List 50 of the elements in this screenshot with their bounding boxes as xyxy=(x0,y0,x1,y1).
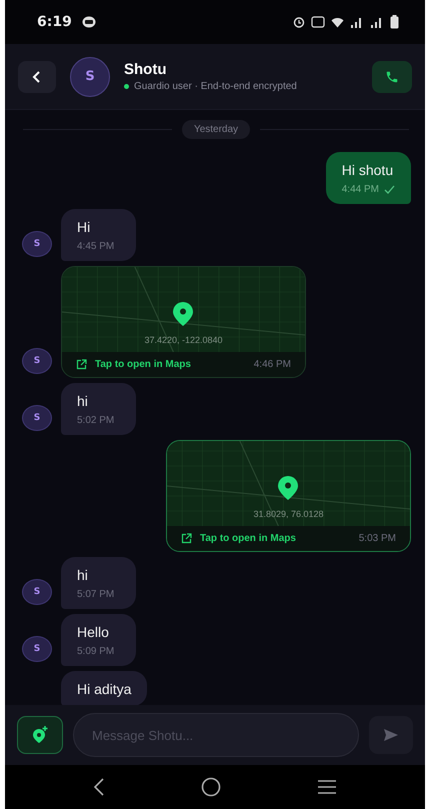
open-maps-link[interactable]: Tap to open in Maps xyxy=(95,359,191,370)
open-maps-link[interactable]: Tap to open in Maps xyxy=(200,533,296,544)
message-time: 4:46 PM xyxy=(254,359,291,370)
sender-avatar: S xyxy=(22,348,52,374)
coordinates-text: 37.4220, -122.0840 xyxy=(143,335,224,345)
message-text: hi xyxy=(77,393,89,409)
sender-avatar: S xyxy=(22,405,52,431)
message-text: Hello xyxy=(77,624,110,640)
nav-menu-icon[interactable] xyxy=(317,780,337,794)
contact-status: Guardio user · End-to-end encrypted xyxy=(134,81,297,92)
signal-icon xyxy=(370,16,384,28)
alarm-icon xyxy=(293,16,305,28)
send-icon xyxy=(383,728,399,742)
signal-icon xyxy=(350,16,364,28)
nav-home-icon[interactable] xyxy=(201,777,221,797)
share-location-button[interactable] xyxy=(17,716,63,754)
battery-icon xyxy=(390,15,399,29)
call-button[interactable] xyxy=(372,60,412,92)
app-badge-icon xyxy=(82,16,96,28)
message-time: 4:44 PM xyxy=(342,184,379,195)
back-icon xyxy=(32,70,42,84)
map-pin-icon xyxy=(171,301,195,327)
open-external-icon xyxy=(181,533,192,544)
wifi-icon xyxy=(331,16,344,28)
phone-icon xyxy=(385,70,399,84)
message-time: 4:45 PM xyxy=(77,241,114,252)
sender-avatar: S xyxy=(22,636,52,662)
add-location-icon xyxy=(31,726,49,744)
message-text: hi xyxy=(77,567,89,583)
location-card[interactable]: 37.4220, -122.0840 Tap to open in Maps 4:46 PM xyxy=(61,266,306,378)
map-pin-icon xyxy=(276,475,300,501)
message-text: Hi xyxy=(77,219,92,235)
send-button[interactable] xyxy=(369,716,413,754)
message-time: 5:02 PM xyxy=(77,415,114,426)
message-time: 5:03 PM xyxy=(358,533,396,544)
contact-name: Shotu xyxy=(124,61,168,78)
nav-back-icon[interactable] xyxy=(93,778,105,796)
back-button[interactable] xyxy=(18,60,56,92)
message-text: Hi shotu xyxy=(342,162,394,178)
coordinates-text: 31.8029, 76.0128 xyxy=(252,509,325,519)
date-label: Yesterday xyxy=(182,120,250,139)
open-external-icon xyxy=(76,359,87,370)
message-text: Hi aditya xyxy=(77,681,132,697)
contact-avatar: S xyxy=(70,56,110,96)
location-card[interactable]: 31.8029, 76.0128 Tap to open in Maps 5:03 PM xyxy=(166,440,411,552)
message-time: 5:07 PM xyxy=(77,589,114,600)
status-time: 6:19 xyxy=(37,14,72,30)
message-time: 5:09 PM xyxy=(77,646,114,657)
sender-avatar: S xyxy=(22,579,52,605)
sender-avatar: S xyxy=(22,231,52,257)
